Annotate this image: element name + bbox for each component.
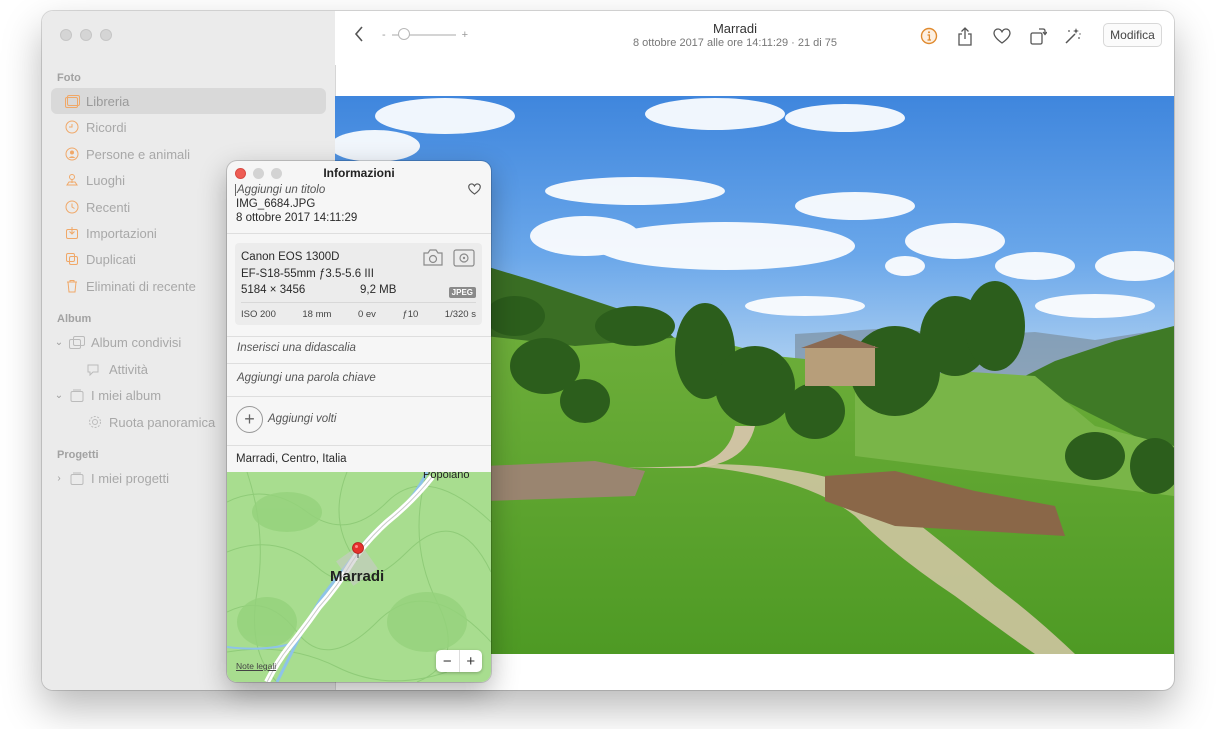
folder-icon (69, 387, 85, 403)
map-zoom-in-button[interactable]: + (458, 650, 483, 672)
keyword-input[interactable]: Aggiungi una parola chiave (237, 372, 376, 384)
duplicates-icon (64, 251, 80, 267)
aperture-value: ƒ10 (402, 309, 419, 320)
zoom-button[interactable] (100, 29, 112, 41)
close-button[interactable] (60, 29, 72, 41)
library-icon (64, 93, 80, 109)
edit-button[interactable]: Modifica (1103, 23, 1162, 47)
section-foto: Foto (57, 72, 81, 84)
sidebar-item-label: I miei album (91, 387, 162, 403)
sidebar-item-label: Duplicati (86, 251, 136, 267)
divider (227, 363, 491, 364)
share-icon[interactable] (954, 25, 976, 47)
divider (241, 302, 476, 303)
sidebar-item-libreria[interactable]: Libreria (51, 88, 326, 114)
divider (227, 233, 491, 234)
chevron-down-icon[interactable]: ⌄ (53, 390, 65, 401)
shared-album-icon (69, 334, 85, 350)
gear-icon (87, 414, 103, 430)
divider (227, 396, 491, 397)
map-town-label: Popolano (423, 472, 470, 481)
trash-icon (64, 278, 80, 294)
focal-length: 18 mm (302, 309, 332, 320)
filename: IMG_6684.JPG (236, 198, 316, 210)
camera-details: Canon EOS 1300D EF-S18-55mm ƒ3.5-5.6 III… (235, 243, 482, 325)
activity-icon (87, 361, 103, 377)
section-album: Album (57, 313, 92, 325)
people-icon (64, 146, 80, 162)
lens-model: EF-S18-55mm ƒ3.5-5.6 III (241, 268, 374, 280)
exif-stats: ISO 200 18 mm 0 ev ƒ10 1/320 s (235, 309, 482, 320)
photo-subtitle: 8 ottobre 2017 alle ore 14:11:29 · 21 di… (632, 37, 838, 49)
caption-input[interactable]: Inserisci una didascalia (237, 342, 356, 354)
favorite-heart-icon[interactable] (468, 183, 481, 198)
sidebar-item-label: Album condivisi (91, 334, 182, 350)
zoom-track[interactable] (391, 28, 456, 40)
magic-wand-icon[interactable] (1062, 25, 1084, 47)
sidebar-item-label: Luoghi (86, 172, 126, 188)
zoom-knob[interactable] (397, 28, 410, 40)
map-zoom-control: − + (436, 650, 482, 672)
zoom-slider[interactable]: - + (382, 28, 472, 42)
photo-title: Marradi (712, 21, 758, 36)
divider (227, 336, 491, 337)
sidebar-item-label: Persone e animali (86, 146, 191, 162)
zoom-plus[interactable]: + (462, 29, 468, 41)
folder-icon (69, 470, 85, 486)
sidebar-item-ricordi[interactable]: Ricordi (51, 114, 326, 140)
map-pin-icon[interactable] (351, 542, 365, 561)
info-panel: Informazioni Aggiungi un titolo IMG_6684… (227, 161, 491, 682)
map-city-label: Marradi (330, 568, 385, 585)
sidebar-item-label: Attività (109, 361, 149, 377)
white-balance-camera-icon (422, 249, 444, 270)
metering-icon (453, 249, 475, 270)
sidebar-item-label: Ruota panoramica (109, 414, 216, 430)
divider (227, 445, 491, 446)
minimize-button[interactable] (80, 29, 92, 41)
location-label: Marradi, Centro, Italia (236, 453, 347, 465)
sidebar-item-label: Recenti (86, 199, 131, 215)
add-faces-button[interactable]: + (236, 406, 263, 433)
sidebar-item-label: Importazioni (86, 225, 157, 241)
map-zoom-out-button[interactable]: − (436, 650, 459, 672)
legal-notes-link[interactable]: Note legali (236, 661, 276, 671)
chevron-down-icon[interactable]: ⌄ (53, 337, 65, 348)
add-faces-label[interactable]: Aggiungi volti (268, 413, 336, 425)
exposure-value: 0 ev (357, 309, 376, 320)
plus-icon: + (244, 409, 255, 429)
iso-value: ISO 200 (241, 309, 276, 320)
sidebar-item-label: Libreria (86, 93, 130, 109)
shutter-speed: 1/320 s (444, 309, 476, 320)
chevron-right-icon[interactable]: › (53, 473, 65, 484)
sidebar-item-label: I miei progetti (91, 470, 170, 486)
memories-icon (64, 119, 80, 135)
section-progetti: Progetti (57, 449, 99, 461)
image-dimensions: 5184 × 3456 (241, 284, 306, 296)
info-title: Informazioni (323, 166, 395, 180)
title-input[interactable]: Aggiungi un titolo (235, 184, 325, 196)
toolbar: - + Marradi 8 ottobre 2017 alle ore 14:1… (335, 11, 1174, 65)
zoom-minus[interactable]: - (382, 29, 386, 41)
sidebar-item-label: Eliminati di recente (86, 278, 196, 294)
format-badge: JPEG (448, 287, 476, 298)
imports-icon (64, 225, 80, 241)
photos-window: Foto Libreria Ricordi Persone e animali … (42, 11, 1174, 690)
capture-date: 8 ottobre 2017 14:11:29 (236, 212, 358, 224)
rotate-icon[interactable] (1027, 25, 1049, 47)
info-icon[interactable] (918, 25, 940, 47)
sidebar-item-label: Ricordi (86, 119, 127, 135)
back-button[interactable] (353, 25, 369, 45)
places-icon (64, 172, 80, 188)
window-controls (60, 29, 112, 41)
camera-model: Canon EOS 1300D (241, 251, 340, 263)
recents-icon (64, 199, 80, 215)
heart-icon[interactable] (991, 25, 1013, 47)
file-size: 9,2 MB (360, 284, 397, 296)
